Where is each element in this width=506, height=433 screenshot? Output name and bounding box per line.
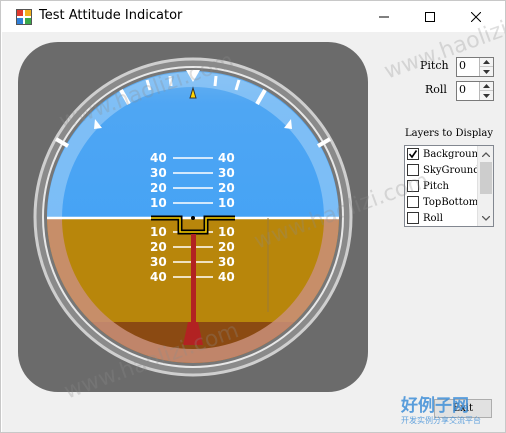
pitch-value[interactable]: 0 bbox=[459, 59, 466, 72]
pitch-label-right-down-10: 10 bbox=[218, 225, 235, 239]
checkmark-icon bbox=[408, 150, 418, 159]
layer-label-topbottom: TopBottom bbox=[423, 196, 479, 208]
layer-item-topbottom[interactable]: TopBottom bbox=[405, 194, 479, 210]
chevron-up-icon bbox=[483, 84, 490, 88]
layers-scrollbar[interactable] bbox=[477, 146, 493, 226]
window-title: Test Attitude Indicator bbox=[39, 8, 183, 23]
maximize-icon bbox=[425, 11, 435, 22]
chevron-down-icon bbox=[483, 93, 490, 98]
layer-label-skyground: SkyGround bbox=[423, 164, 479, 176]
roll-tick-right-10 bbox=[213, 75, 218, 87]
pitch-label-left-down-40: 40 bbox=[150, 270, 167, 284]
roll-spin-arrows[interactable] bbox=[479, 82, 493, 100]
pitch-label-right-up-40: 40 bbox=[218, 151, 235, 165]
layers-label: Layers to Display bbox=[405, 128, 494, 139]
pitch-label-right-up-30: 30 bbox=[218, 166, 235, 180]
aircraft-center-dot bbox=[191, 216, 195, 220]
pitch-label-left-down-30: 30 bbox=[150, 255, 167, 269]
minimize-button[interactable] bbox=[361, 1, 407, 32]
scroll-down-button[interactable] bbox=[478, 210, 493, 226]
pitch-label-left-up-10: 10 bbox=[150, 196, 167, 210]
layer-checkbox-skyground[interactable] bbox=[407, 164, 419, 176]
close-icon bbox=[471, 11, 481, 22]
layer-checkbox-topbottom[interactable] bbox=[407, 196, 419, 208]
roll-up-button[interactable] bbox=[480, 82, 493, 91]
chevron-down-icon bbox=[483, 69, 490, 74]
pitch-label-left-down-10: 10 bbox=[150, 225, 167, 239]
app-window: Test Attitude Indicator 40 40 30 30 20 2… bbox=[0, 0, 506, 433]
pitch-label: Pitch bbox=[420, 59, 449, 72]
pitch-label-right-down-40: 40 bbox=[218, 270, 235, 284]
layers-checklist[interactable]: Background SkyGround Pitch TopBottom Rol… bbox=[404, 145, 494, 227]
roll-value[interactable]: 0 bbox=[459, 83, 466, 96]
minimize-icon bbox=[379, 16, 389, 17]
layer-label-pitch: Pitch bbox=[423, 180, 449, 192]
roll-spinbox[interactable]: 0 bbox=[456, 81, 494, 101]
pitch-spinbox[interactable]: 0 bbox=[456, 57, 494, 77]
maximize-button[interactable] bbox=[407, 1, 453, 32]
pitch-spin-arrows[interactable] bbox=[479, 58, 493, 76]
chevron-up-icon bbox=[483, 60, 490, 64]
chevron-up-icon bbox=[482, 151, 490, 157]
layer-item-roll[interactable]: Roll bbox=[405, 210, 479, 226]
layer-label-roll: Roll bbox=[423, 212, 443, 224]
scroll-thumb[interactable] bbox=[480, 162, 492, 194]
layer-item-skyground[interactable]: SkyGround bbox=[405, 162, 479, 178]
roll-tick-left-10 bbox=[168, 75, 173, 87]
app-icon bbox=[16, 9, 32, 25]
layer-checkbox-pitch[interactable] bbox=[407, 180, 419, 192]
roll-label: Roll bbox=[425, 83, 447, 96]
pitch-label-right-up-10: 10 bbox=[218, 196, 235, 210]
layer-label-background: Background bbox=[423, 148, 479, 160]
pitch-down-button[interactable] bbox=[480, 67, 493, 76]
pitch-up-button[interactable] bbox=[480, 58, 493, 67]
pitch-label-right-down-20: 20 bbox=[218, 240, 235, 254]
roll-down-button[interactable] bbox=[480, 91, 493, 100]
chevron-down-icon bbox=[482, 215, 490, 221]
title-bar[interactable]: Test Attitude Indicator bbox=[1, 1, 505, 32]
pitch-label-right-down-30: 30 bbox=[218, 255, 235, 269]
pitch-label-left-up-20: 20 bbox=[150, 181, 167, 195]
layer-item-background[interactable]: Background bbox=[405, 146, 479, 162]
layer-checkbox-roll[interactable] bbox=[407, 212, 419, 224]
layer-item-pitch[interactable]: Pitch bbox=[405, 178, 479, 194]
attitude-indicator: 40 40 30 30 20 20 10 10 10 10 20 20 30 3… bbox=[18, 42, 368, 392]
pitch-label-left-down-20: 20 bbox=[150, 240, 167, 254]
pitch-label-right-up-20: 20 bbox=[218, 181, 235, 195]
pitch-label-left-up-30: 30 bbox=[150, 166, 167, 180]
exit-button[interactable]: Exit bbox=[434, 399, 492, 418]
close-button[interactable] bbox=[453, 1, 499, 32]
scroll-up-button[interactable] bbox=[478, 146, 493, 162]
pitch-label-left-up-40: 40 bbox=[150, 151, 167, 165]
layer-checkbox-background[interactable] bbox=[407, 148, 419, 160]
